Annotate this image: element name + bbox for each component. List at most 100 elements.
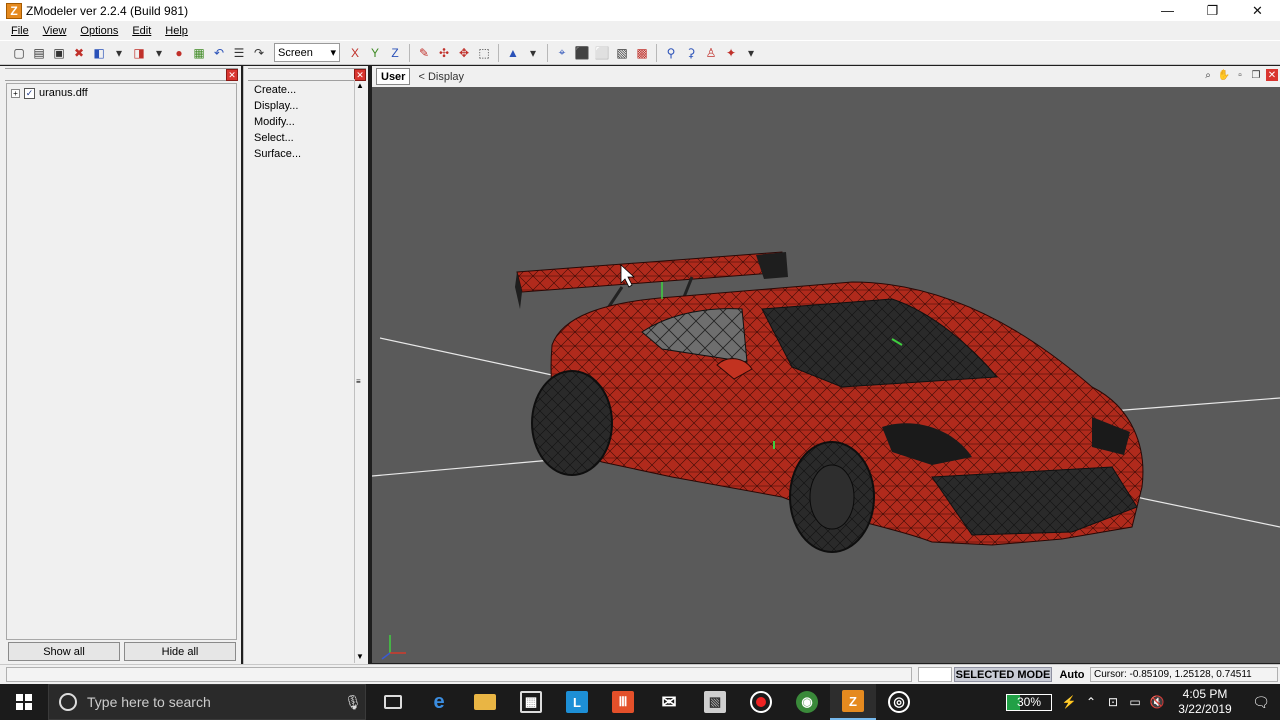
cube-textured-icon[interactable]: ▩ [633, 44, 651, 62]
select-tool-icon[interactable]: ✎ [415, 44, 433, 62]
axis-x-toggle[interactable]: X [346, 44, 364, 62]
command-modify[interactable]: Modify... [254, 116, 301, 132]
magic-tool-icon[interactable]: ✦ [722, 44, 740, 62]
move-tool-icon[interactable]: ✣ [435, 44, 453, 62]
taskbar-edge[interactable]: e [416, 684, 462, 720]
command-display[interactable]: Display... [254, 100, 301, 116]
close-file-icon[interactable]: ✖ [70, 44, 88, 62]
minimize-button[interactable]: — [1145, 0, 1190, 21]
import-icon[interactable]: ◧ [90, 44, 108, 62]
taskbar-recorder[interactable] [738, 684, 784, 720]
restore-viewport-icon[interactable]: ❐ [1250, 69, 1262, 81]
save-file-icon[interactable]: ▣ [50, 44, 68, 62]
panel-header: ✕ [5, 68, 238, 81]
mode-dropdown-icon[interactable]: ▾ [524, 44, 542, 62]
open-file-icon[interactable]: ▤ [30, 44, 48, 62]
toolbar-divider [498, 43, 499, 62]
menu-view[interactable]: View [36, 25, 74, 37]
restore-button[interactable]: ❐ [1190, 0, 1235, 21]
taskbar-android-studio[interactable]: ◉ [784, 684, 830, 720]
close-button[interactable]: ✕ [1235, 0, 1280, 21]
visibility-checkbox[interactable]: ✓ [24, 87, 35, 99]
store-bag-icon: ▦ [520, 691, 542, 713]
export-dropdown-icon[interactable]: ▾ [150, 44, 168, 62]
menu-help[interactable]: Help [158, 25, 195, 37]
taskbar-photos[interactable]: ▧ [692, 684, 738, 720]
taskbar-store[interactable]: ▦ [508, 684, 554, 720]
axis-y-toggle[interactable]: Y [366, 44, 384, 62]
taskbar-file-explorer[interactable] [462, 684, 508, 720]
link-tool-icon[interactable]: ⚲ [662, 44, 680, 62]
car-rear-wheel [531, 370, 613, 476]
command-create[interactable]: Create... [254, 84, 301, 100]
export-icon[interactable]: ◨ [130, 44, 148, 62]
pivot-tool-icon[interactable]: ⚳ [682, 44, 700, 62]
vertex-mode-icon[interactable]: ▲ [504, 44, 522, 62]
person-tool-icon[interactable]: ♙ [702, 44, 720, 62]
menu-edit[interactable]: Edit [125, 25, 158, 37]
power-plug-icon[interactable]: ⚡ [1058, 695, 1080, 709]
notification-icon[interactable]: 🗨 [1242, 694, 1280, 711]
task-view-button[interactable] [370, 684, 416, 720]
menu-file[interactable]: File [4, 25, 36, 37]
redo-icon[interactable]: ↷ [250, 44, 268, 62]
scroll-grip-icon[interactable]: ≡ [356, 377, 361, 386]
view-name-tab[interactable]: User [376, 68, 411, 85]
undo-icon[interactable]: ↶ [210, 44, 228, 62]
texture-icon[interactable]: ▦ [190, 44, 208, 62]
tree-item[interactable]: + ✓ uranus.dff [11, 87, 88, 99]
clock-time: 4:05 PM [1182, 687, 1228, 701]
zoom-icon[interactable]: ⌕ [1202, 69, 1214, 81]
grid-line [1111, 397, 1280, 412]
folder-icon [474, 694, 496, 710]
selection-mode-badge[interactable]: SELECTED MODE [954, 667, 1052, 682]
material-sphere-icon[interactable]: ● [170, 44, 188, 62]
cube-shaded-icon[interactable]: ▧ [613, 44, 631, 62]
show-all-button[interactable]: Show all [8, 642, 120, 661]
viewport-3d[interactable] [372, 87, 1280, 663]
menu-options[interactable]: Options [73, 25, 125, 37]
properties-icon[interactable]: ☰ [230, 44, 248, 62]
taskbar-mail[interactable]: ✉ [646, 684, 692, 720]
coordinate-mode-select[interactable]: Screen ▾ [274, 43, 340, 62]
battery-indicator[interactable]: 30% [1006, 693, 1052, 711]
scroll-up-icon[interactable]: ▲ [356, 81, 364, 90]
cube-wire-icon[interactable]: ⬜ [593, 44, 611, 62]
volume-muted-icon[interactable]: 🔇 [1146, 695, 1168, 709]
hide-all-button[interactable]: Hide all [124, 642, 236, 661]
scroll-down-icon[interactable]: ▼ [356, 652, 364, 661]
close-panel-icon[interactable]: ✕ [226, 69, 238, 81]
expand-icon[interactable]: + [11, 88, 20, 98]
taskbar-zmodeler[interactable]: Z [830, 684, 876, 720]
taskbar-obs[interactable]: ◎ [876, 684, 922, 720]
taskbar-clock[interactable]: 4:05 PM 3/22/2019 [1168, 687, 1242, 717]
pan-hand-icon[interactable]: ✋ [1218, 69, 1230, 81]
command-select[interactable]: Select... [254, 132, 301, 148]
taskbar-app-l[interactable]: L [554, 684, 600, 720]
microphone-icon[interactable]: 🎙 [341, 694, 365, 711]
command-scrollbar[interactable]: ▲ ≡ ▼ [354, 79, 365, 663]
maximize-viewport-icon[interactable]: ▫ [1234, 69, 1246, 81]
viewport-breadcrumb[interactable]: < Display [418, 71, 464, 83]
auto-mode-label[interactable]: Auto [1056, 667, 1088, 682]
scale-tool-icon[interactable]: ⬚ [475, 44, 493, 62]
tools-dropdown-icon[interactable]: ▾ [742, 44, 760, 62]
rotate-tool-icon[interactable]: ✥ [455, 44, 473, 62]
chevron-up-icon[interactable]: ⌃ [1080, 695, 1102, 709]
window-controls: — ❐ ✕ [1145, 0, 1280, 21]
import-dropdown-icon[interactable]: ▾ [110, 44, 128, 62]
new-file-icon[interactable]: ▢ [10, 44, 28, 62]
axis-z-toggle[interactable]: Z [386, 44, 404, 62]
record-icon [750, 691, 772, 713]
cursor-snap-icon[interactable]: ⌖ [553, 44, 571, 62]
scene-tree[interactable]: + ✓ uranus.dff [6, 83, 237, 640]
close-viewport-icon[interactable]: ✕ [1266, 69, 1278, 81]
display-icon[interactable]: ▭ [1124, 695, 1146, 709]
obs-icon: ◎ [888, 691, 910, 713]
cube-view-icon[interactable]: ⬛ [573, 44, 591, 62]
network-icon[interactable]: ⊡ [1102, 695, 1124, 709]
command-surface[interactable]: Surface... [254, 148, 301, 164]
windows-start-button[interactable] [0, 684, 48, 720]
taskbar-search-box[interactable]: Type here to search 🎙 [48, 684, 366, 720]
taskbar-app-orange[interactable]: Ⅲ [600, 684, 646, 720]
